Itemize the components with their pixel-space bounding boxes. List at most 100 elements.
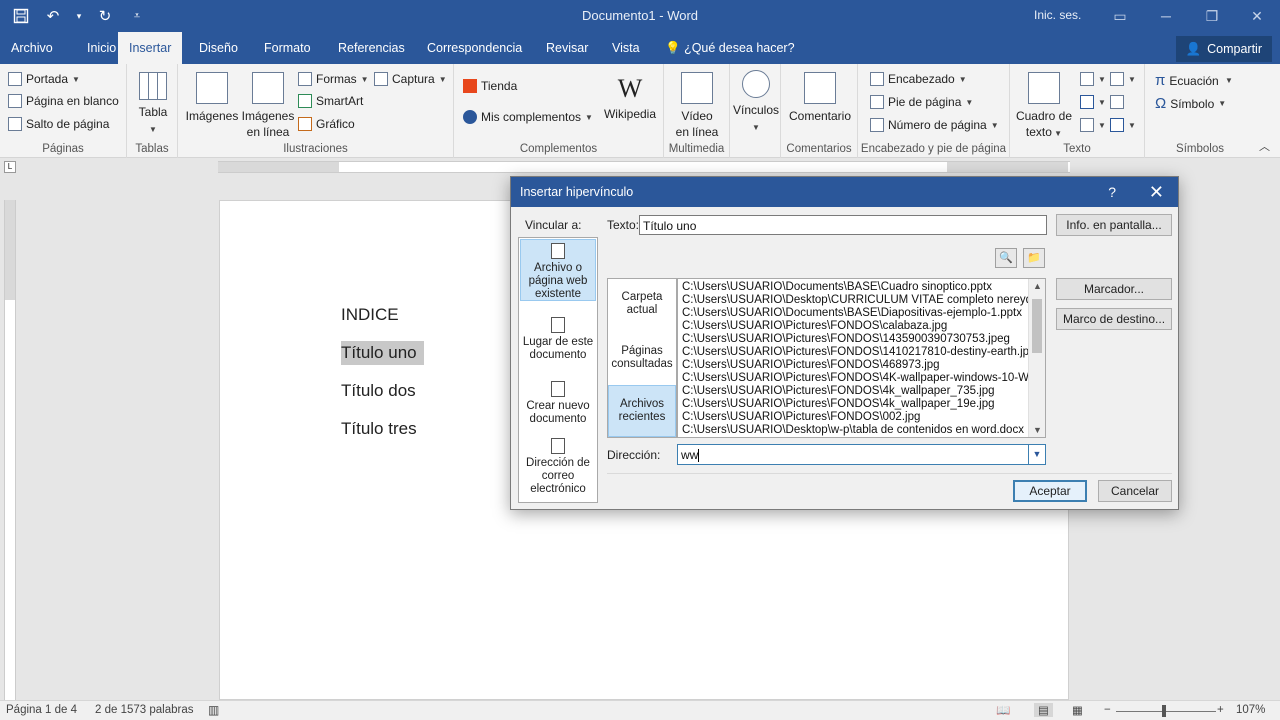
doc-line-indice[interactable]: INDICE — [341, 305, 399, 325]
link-to-email-address[interactable]: Dirección de correo electrónico — [520, 435, 596, 495]
tell-me-search[interactable]: 💡 ¿Qué desea hacer? — [654, 32, 806, 64]
bookmark-button[interactable]: Marcador... — [1056, 278, 1172, 300]
email-icon — [551, 438, 565, 454]
link-to-new-document[interactable]: Crear nuevo documento — [520, 378, 596, 425]
scroll-thumb[interactable] — [1032, 299, 1042, 353]
file-item[interactable]: C:\Users\USUARIO\Pictures\FONDOS\4K-wall… — [678, 372, 1045, 385]
file-item[interactable]: C:\Users\USUARIO\Desktop\w-p\tabla de co… — [678, 424, 1045, 437]
tab-diseno[interactable]: Diseño — [188, 32, 249, 64]
comentario-button[interactable]: Comentario — [785, 72, 855, 124]
restore-button[interactable]: ❐ — [1189, 0, 1235, 32]
ecuacion-button[interactable]: π Ecuación ▼ — [1155, 72, 1233, 89]
pagina-en-blanco-button[interactable]: Página en blanco — [8, 94, 119, 108]
tab-referencias[interactable]: Referencias — [327, 32, 416, 64]
tabla-button[interactable]: Tabla ▼ — [133, 72, 173, 138]
quick-parts-button[interactable]: ▼ — [1080, 72, 1106, 86]
encabezado-button[interactable]: Encabezado ▼ — [870, 72, 967, 86]
file-item[interactable]: C:\Users\USUARIO\Desktop\CURRICULUM VITA… — [678, 294, 1045, 307]
pie-de-pagina-button[interactable]: Pie de página ▼ — [870, 95, 973, 109]
scroll-down-icon[interactable]: ▼ — [1029, 425, 1045, 435]
captura-button[interactable]: Captura ▼ — [374, 72, 447, 86]
address-input[interactable]: ww ▼ — [677, 444, 1046, 465]
print-layout-icon[interactable]: ▤ — [1034, 703, 1053, 717]
help-button[interactable]: ? — [1108, 177, 1116, 207]
file-item[interactable]: C:\Users\USUARIO\Pictures\FONDOS\1410217… — [678, 346, 1045, 359]
signature-line-button[interactable]: ▼ — [1110, 72, 1136, 86]
page-count[interactable]: Página 1 de 4 — [6, 704, 77, 716]
file-item[interactable]: C:\Users\USUARIO\Documents\BASE\Diaposit… — [678, 307, 1045, 320]
date-time-button[interactable] — [1110, 95, 1124, 109]
tab-formato[interactable]: Formato — [253, 32, 322, 64]
tab-selector[interactable]: L — [4, 161, 16, 173]
grafico-button[interactable]: Gráfico — [298, 117, 355, 131]
tab-vista[interactable]: Vista — [601, 32, 651, 64]
wikipedia-button[interactable]: W Wikipedia — [600, 72, 660, 122]
sub-paginas-consultadas[interactable]: Páginas consultadas — [608, 345, 676, 371]
vertical-ruler[interactable] — [4, 200, 16, 700]
proofing-icon[interactable]: ▥ — [208, 703, 219, 717]
address-dropdown-icon[interactable]: ▼ — [1028, 445, 1045, 464]
link-to-place-in-document[interactable]: Lugar de este documento — [520, 314, 596, 361]
mis-complementos-button[interactable]: Mis complementos ▼ — [463, 110, 593, 124]
wordart-button[interactable]: ▼ — [1080, 95, 1106, 109]
tab-correspondencia[interactable]: Correspondencia — [416, 32, 533, 64]
simbolo-button[interactable]: Ω Símbolo ▼ — [1155, 95, 1226, 112]
share-button[interactable]: 👤 Compartir — [1175, 36, 1272, 62]
zoom-level[interactable]: 107% — [1236, 704, 1265, 716]
imagenes-en-linea-button[interactable]: Imágenes en línea — [240, 72, 296, 140]
web-layout-icon[interactable]: ▦ — [1072, 703, 1083, 717]
formas-button[interactable]: Formas ▼ — [298, 72, 369, 86]
word-count[interactable]: 2 de 1573 palabras — [95, 704, 193, 716]
file-item[interactable]: C:\Users\USUARIO\Pictures\FONDOS\calabaz… — [678, 320, 1045, 333]
smartart-button[interactable]: SmartArt — [298, 94, 363, 108]
zoom-slider[interactable] — [1116, 711, 1216, 712]
doc-line-titulo-dos[interactable]: Título dos — [341, 381, 416, 401]
file-item[interactable]: C:\Users\USUARIO\Pictures\FONDOS\4k_wall… — [678, 398, 1045, 411]
sub-carpeta-actual[interactable]: Carpeta actual — [608, 291, 676, 317]
portada-button[interactable]: Portada ▼ — [8, 72, 80, 86]
close-window-button[interactable]: ✕ — [1234, 0, 1280, 32]
imagenes-button[interactable]: Imágenes — [183, 72, 241, 124]
minimize-button[interactable]: ─ — [1143, 0, 1189, 32]
file-item[interactable]: C:\Users\USUARIO\Pictures\FONDOS\4k_wall… — [678, 385, 1045, 398]
browse-file-folder-icon[interactable]: 📁 — [1023, 248, 1045, 268]
horizontal-ruler[interactable] — [218, 161, 1070, 173]
file-item[interactable]: C:\Users\USUARIO\Pictures\FONDOS\002.jpg — [678, 411, 1045, 424]
read-mode-icon[interactable]: 📖 — [996, 703, 1010, 717]
salto-de-pagina-button[interactable]: Salto de página — [8, 117, 109, 131]
file-item[interactable]: C:\Users\USUARIO\Pictures\FONDOS\468973.… — [678, 359, 1045, 372]
screen-tip-button[interactable]: Info. en pantalla... — [1056, 214, 1172, 236]
sub-archivos-recientes[interactable]: Archivos recientes — [608, 385, 676, 437]
ribbon-display-options-icon[interactable]: ▭ — [1097, 0, 1143, 32]
tab-archivo[interactable]: Archivo — [0, 32, 64, 64]
file-item[interactable]: C:\Users\USUARIO\Documents\BASE\Cuadro s… — [678, 281, 1045, 294]
tab-revisar[interactable]: Revisar — [535, 32, 599, 64]
doc-line-titulo-uno[interactable]: Título uno — [341, 341, 424, 365]
video-en-linea-button[interactable]: Vídeo en línea — [670, 72, 724, 140]
link-to-existing-file[interactable]: Archivo o página web existente — [520, 239, 596, 301]
zoom-out-icon[interactable]: − — [1104, 704, 1111, 716]
text-to-display-input[interactable]: Título uno — [639, 215, 1047, 235]
file-item[interactable]: C:\Users\USUARIO\Pictures\FONDOS\1435900… — [678, 333, 1045, 346]
scroll-up-icon[interactable]: ▲ — [1029, 281, 1045, 291]
collapse-ribbon-icon[interactable]: ︿ — [1259, 138, 1270, 154]
browse-web-icon[interactable]: 🔍 — [995, 248, 1017, 268]
object-button[interactable]: ▼ — [1110, 118, 1136, 132]
tienda-button[interactable]: Tienda — [463, 79, 517, 93]
sign-in-link[interactable]: Inic. ses. — [1034, 8, 1081, 22]
cuadro-de-texto-button[interactable]: Cuadro de texto ▼ — [1012, 72, 1076, 142]
group-texto: Cuadro de texto ▼ ▼ ▼ ▼ ▼ ▼ Texto — [1010, 64, 1145, 158]
ok-button[interactable]: Aceptar — [1013, 480, 1087, 502]
numero-de-pagina-button[interactable]: Número de página ▼ — [870, 118, 999, 132]
doc-line-titulo-tres[interactable]: Título tres — [341, 419, 417, 439]
target-frame-button[interactable]: Marco de destino... — [1056, 308, 1172, 330]
zoom-slider-thumb[interactable] — [1162, 705, 1166, 717]
file-list-scrollbar[interactable]: ▲ ▼ — [1028, 279, 1045, 437]
zoom-in-icon[interactable]: + — [1217, 704, 1224, 716]
drop-cap-button[interactable]: ▼ — [1080, 118, 1106, 132]
vinculos-button[interactable]: Vínculos ▼ — [732, 70, 780, 136]
recent-files-list[interactable]: C:\Users\USUARIO\Documents\BASE\Cuadro s… — [677, 278, 1046, 438]
dialog-close-button[interactable]: ✕ — [1149, 177, 1164, 207]
cancel-button[interactable]: Cancelar — [1098, 480, 1172, 502]
tab-insertar[interactable]: Insertar — [118, 32, 183, 64]
